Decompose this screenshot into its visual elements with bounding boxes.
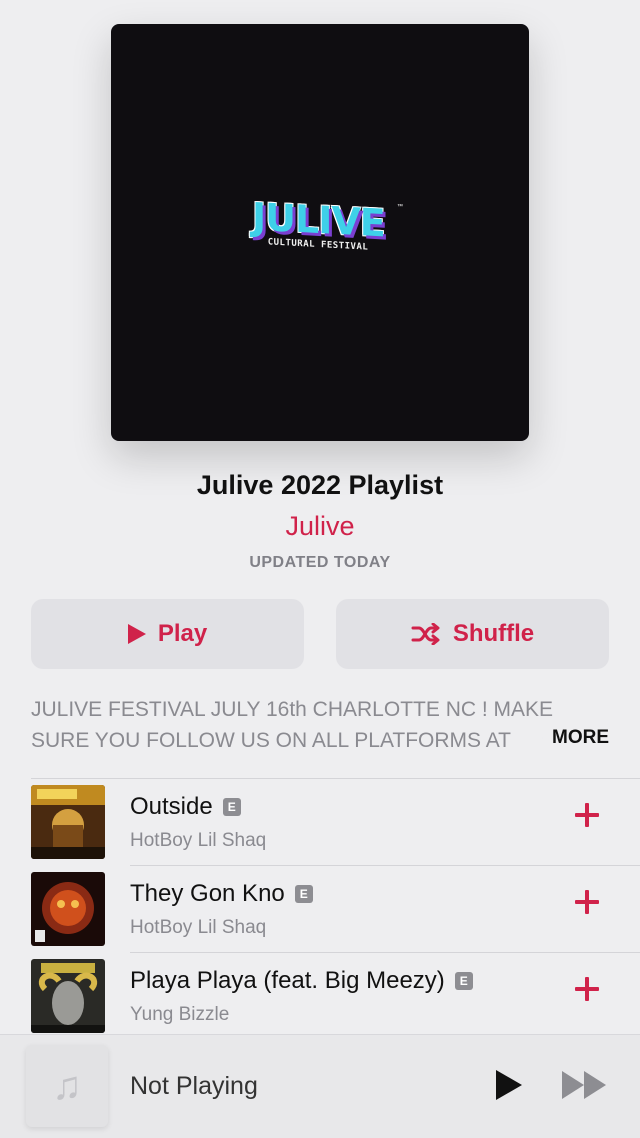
mini-player[interactable]: ♫ Not Playing: [0, 1034, 640, 1138]
track-artwork-3: [31, 959, 105, 1033]
play-label: Play: [157, 620, 208, 647]
julive-logo: JULIVE ™ CULTURAL FESTIVAL: [233, 194, 403, 258]
explicit-badge: E: [454, 972, 473, 990]
track-title-2: They Gon Kno E: [130, 880, 313, 908]
description-line-1: JULIVE FESTIVAL JULY 16th CHARLOTTE NC !…: [31, 698, 554, 721]
play-button[interactable]: Play: [31, 599, 304, 669]
shuffle-button[interactable]: Shuffle: [336, 599, 609, 669]
track-title-text: Playa Playa (feat. Big Meezy): [130, 967, 445, 994]
shuffle-icon: [411, 623, 440, 645]
music-note-icon: ♫: [52, 1063, 82, 1108]
track-title-3: Playa Playa (feat. Big Meezy) E: [130, 967, 473, 995]
description-line-2: SURE YOU FOLLOW US ON ALL PLATFORMS AT: [31, 729, 511, 752]
updated-label: UPDATED TODAY: [249, 554, 391, 571]
explicit-badge: E: [294, 885, 313, 903]
track-artwork-2: [31, 872, 105, 946]
add-track-icon[interactable]: [575, 890, 599, 914]
shuffle-label: Shuffle: [452, 620, 535, 647]
track-title-1: Outside E: [130, 793, 241, 821]
track-title-text: Outside: [130, 793, 213, 820]
playlist-description[interactable]: JULIVE FESTIVAL JULY 16th CHARLOTTE NC !…: [31, 694, 611, 756]
add-track-icon[interactable]: [575, 803, 599, 827]
explicit-badge: E: [222, 798, 241, 816]
track-artist-2: HotBoy Lil Shaq: [130, 917, 267, 938]
track-row-2[interactable]: They Gon Kno E HotBoy Lil Shaq: [0, 866, 640, 952]
track-title-text: They Gon Kno: [130, 880, 285, 907]
track-artwork-1: [31, 785, 105, 859]
play-icon: [127, 624, 146, 644]
track-artist-1: HotBoy Lil Shaq: [130, 830, 267, 851]
add-track-icon[interactable]: [575, 977, 599, 1001]
more-button[interactable]: MORE: [546, 727, 609, 749]
fast-forward-icon[interactable]: [562, 1071, 610, 1101]
playlist-title: Julive 2022 Playlist: [196, 470, 444, 500]
track-row-3[interactable]: Playa Playa (feat. Big Meezy) E Yung Biz…: [0, 953, 640, 1039]
now-playing-artwork: ♫: [26, 1045, 108, 1127]
playlist-artwork: JULIVE ™ CULTURAL FESTIVAL: [111, 24, 529, 441]
track-artist-3: Yung Bizzle: [130, 1004, 230, 1025]
track-row-1[interactable]: Outside E HotBoy Lil Shaq: [0, 779, 640, 865]
now-playing-status: Not Playing: [130, 1072, 258, 1100]
logo-trademark: ™: [397, 203, 403, 210]
play-icon[interactable]: [496, 1070, 522, 1100]
curator-link[interactable]: Julive: [0, 511, 640, 542]
